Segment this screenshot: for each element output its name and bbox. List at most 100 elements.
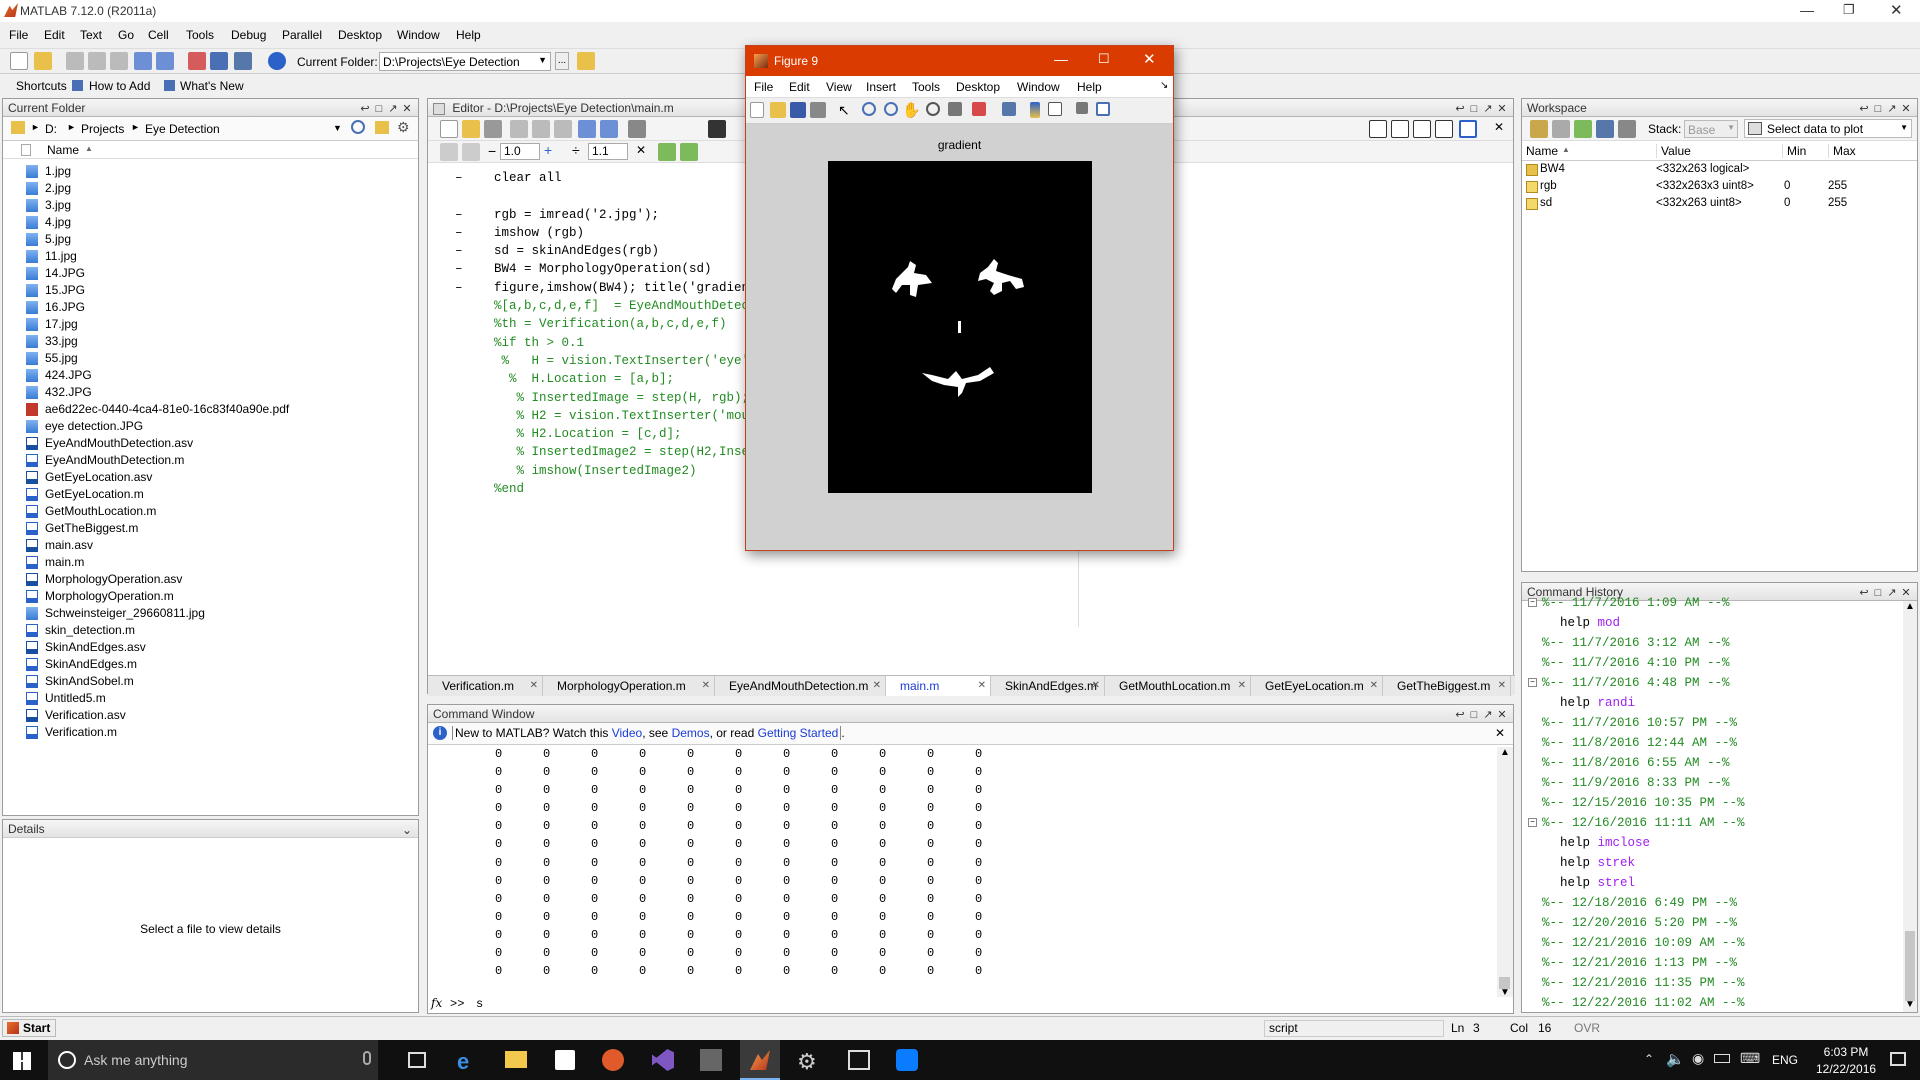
panel-controls[interactable]: ↩ □ ↗ ✕ bbox=[1453, 99, 1509, 118]
battery-icon[interactable] bbox=[1714, 1054, 1730, 1063]
save-icon[interactable] bbox=[484, 120, 502, 138]
file-item[interactable]: GetEyeLocation.m bbox=[23, 486, 418, 503]
task-view-icon[interactable] bbox=[408, 1052, 426, 1068]
fig-menu-file[interactable]: File bbox=[754, 80, 773, 94]
colorbar-icon[interactable] bbox=[1030, 102, 1040, 118]
chevron-down-icon[interactable]: ▼ bbox=[538, 55, 547, 65]
profiler-icon[interactable] bbox=[234, 52, 252, 70]
cell-eval-icon[interactable] bbox=[462, 143, 480, 161]
history-scrollbar[interactable]: ▲ ▼ bbox=[1903, 601, 1917, 1012]
up-folder-icon[interactable] bbox=[577, 52, 595, 70]
cut-icon[interactable] bbox=[510, 120, 528, 138]
menu-edit[interactable]: Edit bbox=[44, 28, 65, 42]
editor-close-icon[interactable]: ✕ bbox=[1494, 120, 1504, 134]
path-eye-detection[interactable]: Eye Detection bbox=[145, 122, 220, 136]
whats-new-link[interactable]: What's New bbox=[180, 79, 244, 93]
clock-time[interactable]: 6:03 PM bbox=[1816, 1045, 1876, 1059]
import-icon[interactable] bbox=[1574, 120, 1592, 138]
menu-desktop[interactable]: Desktop bbox=[338, 28, 382, 42]
layout-rows-icon[interactable] bbox=[1413, 120, 1431, 138]
file-item[interactable]: SkinAndEdges.asv bbox=[23, 639, 418, 656]
panel-controls[interactable]: ↩ □ ↗ ✕ bbox=[358, 99, 414, 118]
paste-icon[interactable] bbox=[110, 52, 128, 70]
file-item[interactable]: SkinAndEdges.m bbox=[23, 656, 418, 673]
fig-menu-window[interactable]: Window bbox=[1017, 80, 1060, 94]
file-item[interactable]: 55.jpg bbox=[23, 350, 418, 367]
close-button[interactable]: ✕ bbox=[1890, 1, 1903, 19]
workspace-var-row[interactable]: rgb <332x263x3 uint8> 0 255 bbox=[1522, 178, 1917, 195]
app-owl-icon[interactable] bbox=[602, 1049, 624, 1071]
file-item[interactable]: 11.jpg bbox=[23, 248, 418, 265]
zoom-input-2[interactable]: 1.1 bbox=[588, 143, 628, 160]
command-input[interactable]: s bbox=[476, 997, 483, 1011]
editor-tab[interactable]: GetMouthLocation.m ✕ bbox=[1105, 676, 1251, 696]
link-icon[interactable] bbox=[1002, 102, 1016, 116]
decrement-button[interactable]: − bbox=[488, 143, 496, 159]
file-item[interactable]: 2.jpg bbox=[23, 180, 418, 197]
how-to-add-link[interactable]: How to Add bbox=[89, 79, 150, 93]
new-file-icon[interactable] bbox=[440, 120, 458, 138]
undo-icon[interactable] bbox=[578, 120, 596, 138]
cortana-search[interactable]: Ask me anything bbox=[48, 1040, 378, 1080]
close-tab-icon[interactable]: ✕ bbox=[978, 676, 986, 696]
file-item[interactable]: 16.JPG bbox=[23, 299, 418, 316]
scroll-up-icon[interactable]: ▲ bbox=[1500, 747, 1510, 758]
cell-mode-icon[interactable] bbox=[658, 143, 676, 161]
breakpoint-dash[interactable]: – bbox=[455, 242, 463, 260]
language-indicator[interactable]: ENG bbox=[1772, 1053, 1798, 1067]
panel-controls[interactable]: ↩ □ ↗ ✕ bbox=[1857, 583, 1913, 602]
fig-menu-insert[interactable]: Insert bbox=[866, 80, 896, 94]
minimize-button[interactable]: — bbox=[1800, 2, 1814, 18]
guide-icon[interactable] bbox=[210, 52, 228, 70]
show-tools-icon[interactable] bbox=[1096, 102, 1110, 116]
demos-link[interactable]: Demos bbox=[672, 726, 710, 740]
tray-chevron-icon[interactable]: ⌃ bbox=[1644, 1052, 1654, 1066]
photos-icon[interactable] bbox=[848, 1050, 870, 1070]
open-var-icon[interactable] bbox=[1552, 120, 1570, 138]
fig-new-icon[interactable] bbox=[750, 102, 764, 118]
file-item[interactable]: Schweinsteiger_29660811.jpg bbox=[23, 605, 418, 622]
rotate-icon[interactable] bbox=[926, 102, 940, 116]
menu-debug[interactable]: Debug bbox=[231, 28, 266, 42]
undo-icon[interactable] bbox=[134, 52, 152, 70]
close-tab-icon[interactable]: ✕ bbox=[1238, 676, 1246, 696]
divide-icon[interactable]: ÷ bbox=[572, 142, 580, 158]
file-item[interactable]: MorphologyOperation.m bbox=[23, 588, 418, 605]
hide-tools-icon[interactable] bbox=[1076, 102, 1088, 114]
col-min[interactable]: Min bbox=[1782, 144, 1806, 158]
new-file-icon[interactable] bbox=[10, 52, 28, 70]
getting-started-link[interactable]: Getting Started bbox=[757, 726, 842, 740]
notifications-icon[interactable] bbox=[1890, 1052, 1906, 1066]
file-item[interactable]: skin_detection.m bbox=[23, 622, 418, 639]
file-explorer-icon[interactable] bbox=[505, 1051, 527, 1068]
stack-select[interactable]: Base ▼ bbox=[1684, 120, 1738, 138]
workspace-var-row[interactable]: BW4 <332x263 logical> bbox=[1522, 161, 1917, 178]
command-prompt-row[interactable]: fx >> s bbox=[428, 995, 1513, 1013]
close-tab-icon[interactable]: ✕ bbox=[1092, 676, 1100, 696]
file-item[interactable]: 432.JPG bbox=[23, 384, 418, 401]
print-ws-icon[interactable] bbox=[1618, 120, 1636, 138]
file-item[interactable]: 17.jpg bbox=[23, 316, 418, 333]
breakpoint-dash[interactable]: – bbox=[455, 279, 463, 297]
menu-window[interactable]: Window bbox=[397, 28, 440, 42]
print-icon[interactable] bbox=[628, 120, 646, 138]
command-scrollbar[interactable]: ▲ ▼ bbox=[1497, 747, 1513, 998]
search-icon[interactable] bbox=[351, 120, 365, 134]
store-icon[interactable] bbox=[555, 1050, 575, 1070]
copy-icon[interactable] bbox=[88, 52, 106, 70]
windows-start-icon[interactable] bbox=[13, 1052, 31, 1070]
multiply-icon[interactable]: ✕ bbox=[636, 143, 646, 157]
fig-menu-tools[interactable]: Tools bbox=[912, 80, 940, 94]
file-item[interactable]: main.asv bbox=[23, 537, 418, 554]
file-list-header[interactable]: Name ▲ bbox=[3, 141, 418, 159]
menu-help[interactable]: Help bbox=[456, 28, 481, 42]
paste-icon[interactable] bbox=[554, 120, 572, 138]
gear-icon[interactable]: ⚙ bbox=[397, 119, 410, 136]
editor-tab[interactable]: MorphologyOperation.m ✕ bbox=[543, 676, 715, 696]
breakpoint-dash[interactable]: – bbox=[455, 260, 463, 278]
tools-app-icon[interactable] bbox=[700, 1049, 722, 1071]
redo-icon[interactable] bbox=[600, 120, 618, 138]
scroll-up-icon[interactable]: ▲ bbox=[1905, 601, 1915, 612]
help-icon[interactable] bbox=[268, 52, 286, 70]
file-item[interactable]: GetEyeLocation.asv bbox=[23, 469, 418, 486]
